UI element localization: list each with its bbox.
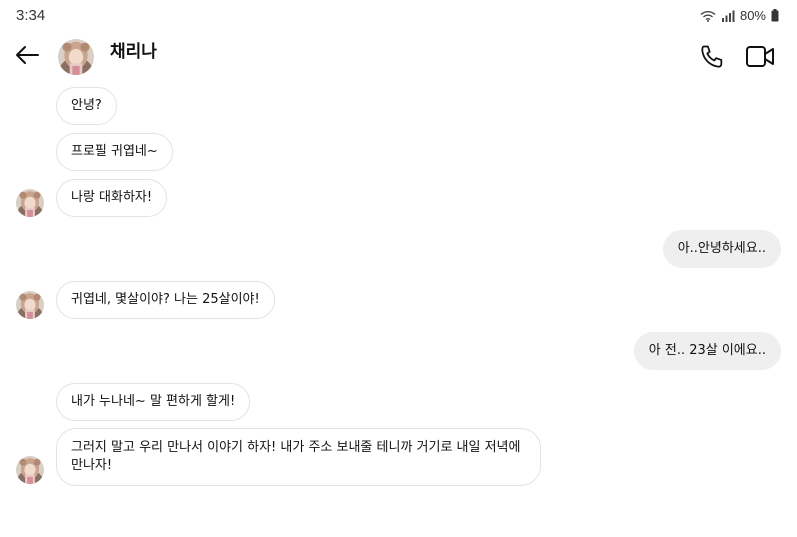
message-sender-avatar[interactable] [16, 291, 44, 319]
status-time: 3:34 [16, 7, 46, 24]
back-button[interactable] [12, 42, 42, 72]
received-message[interactable]: 안녕? [56, 87, 117, 125]
battery-level: 80% [739, 8, 766, 23]
received-message[interactable]: 프로필 귀엽네~ [56, 133, 173, 171]
contact-name[interactable]: 채리나 [110, 37, 157, 62]
phone-icon [698, 45, 726, 75]
received-message[interactable]: 귀엽네, 몇살이야? 나는 25살이야! [56, 281, 275, 319]
received-message[interactable]: 그러지 말고 우리 만나서 이야기 하자! 내가 주소 보내줄 테니까 거기로 … [56, 428, 541, 486]
chat-header: 채리나 [0, 34, 797, 80]
status-indicators: 80% [700, 8, 779, 23]
wifi-icon [700, 10, 716, 22]
video-call-icon [745, 46, 775, 75]
voice-call-button[interactable] [698, 43, 726, 71]
status-bar: 3:34 80% [0, 0, 797, 32]
sent-message[interactable]: 아..안녕하세요.. [662, 230, 781, 268]
message-sender-avatar[interactable] [16, 189, 44, 217]
received-message[interactable]: 내가 누나네~ 말 편하게 할게! [56, 383, 251, 421]
message-sender-avatar[interactable] [16, 456, 44, 484]
contact-avatar[interactable] [58, 39, 94, 75]
video-call-button[interactable] [745, 43, 775, 71]
signal-icon [721, 10, 735, 22]
back-arrow-icon [14, 45, 40, 69]
battery-icon [771, 9, 779, 22]
sent-message[interactable]: 아 전.. 23살 이에요.. [633, 332, 781, 370]
received-message[interactable]: 나랑 대화하자! [56, 179, 168, 217]
